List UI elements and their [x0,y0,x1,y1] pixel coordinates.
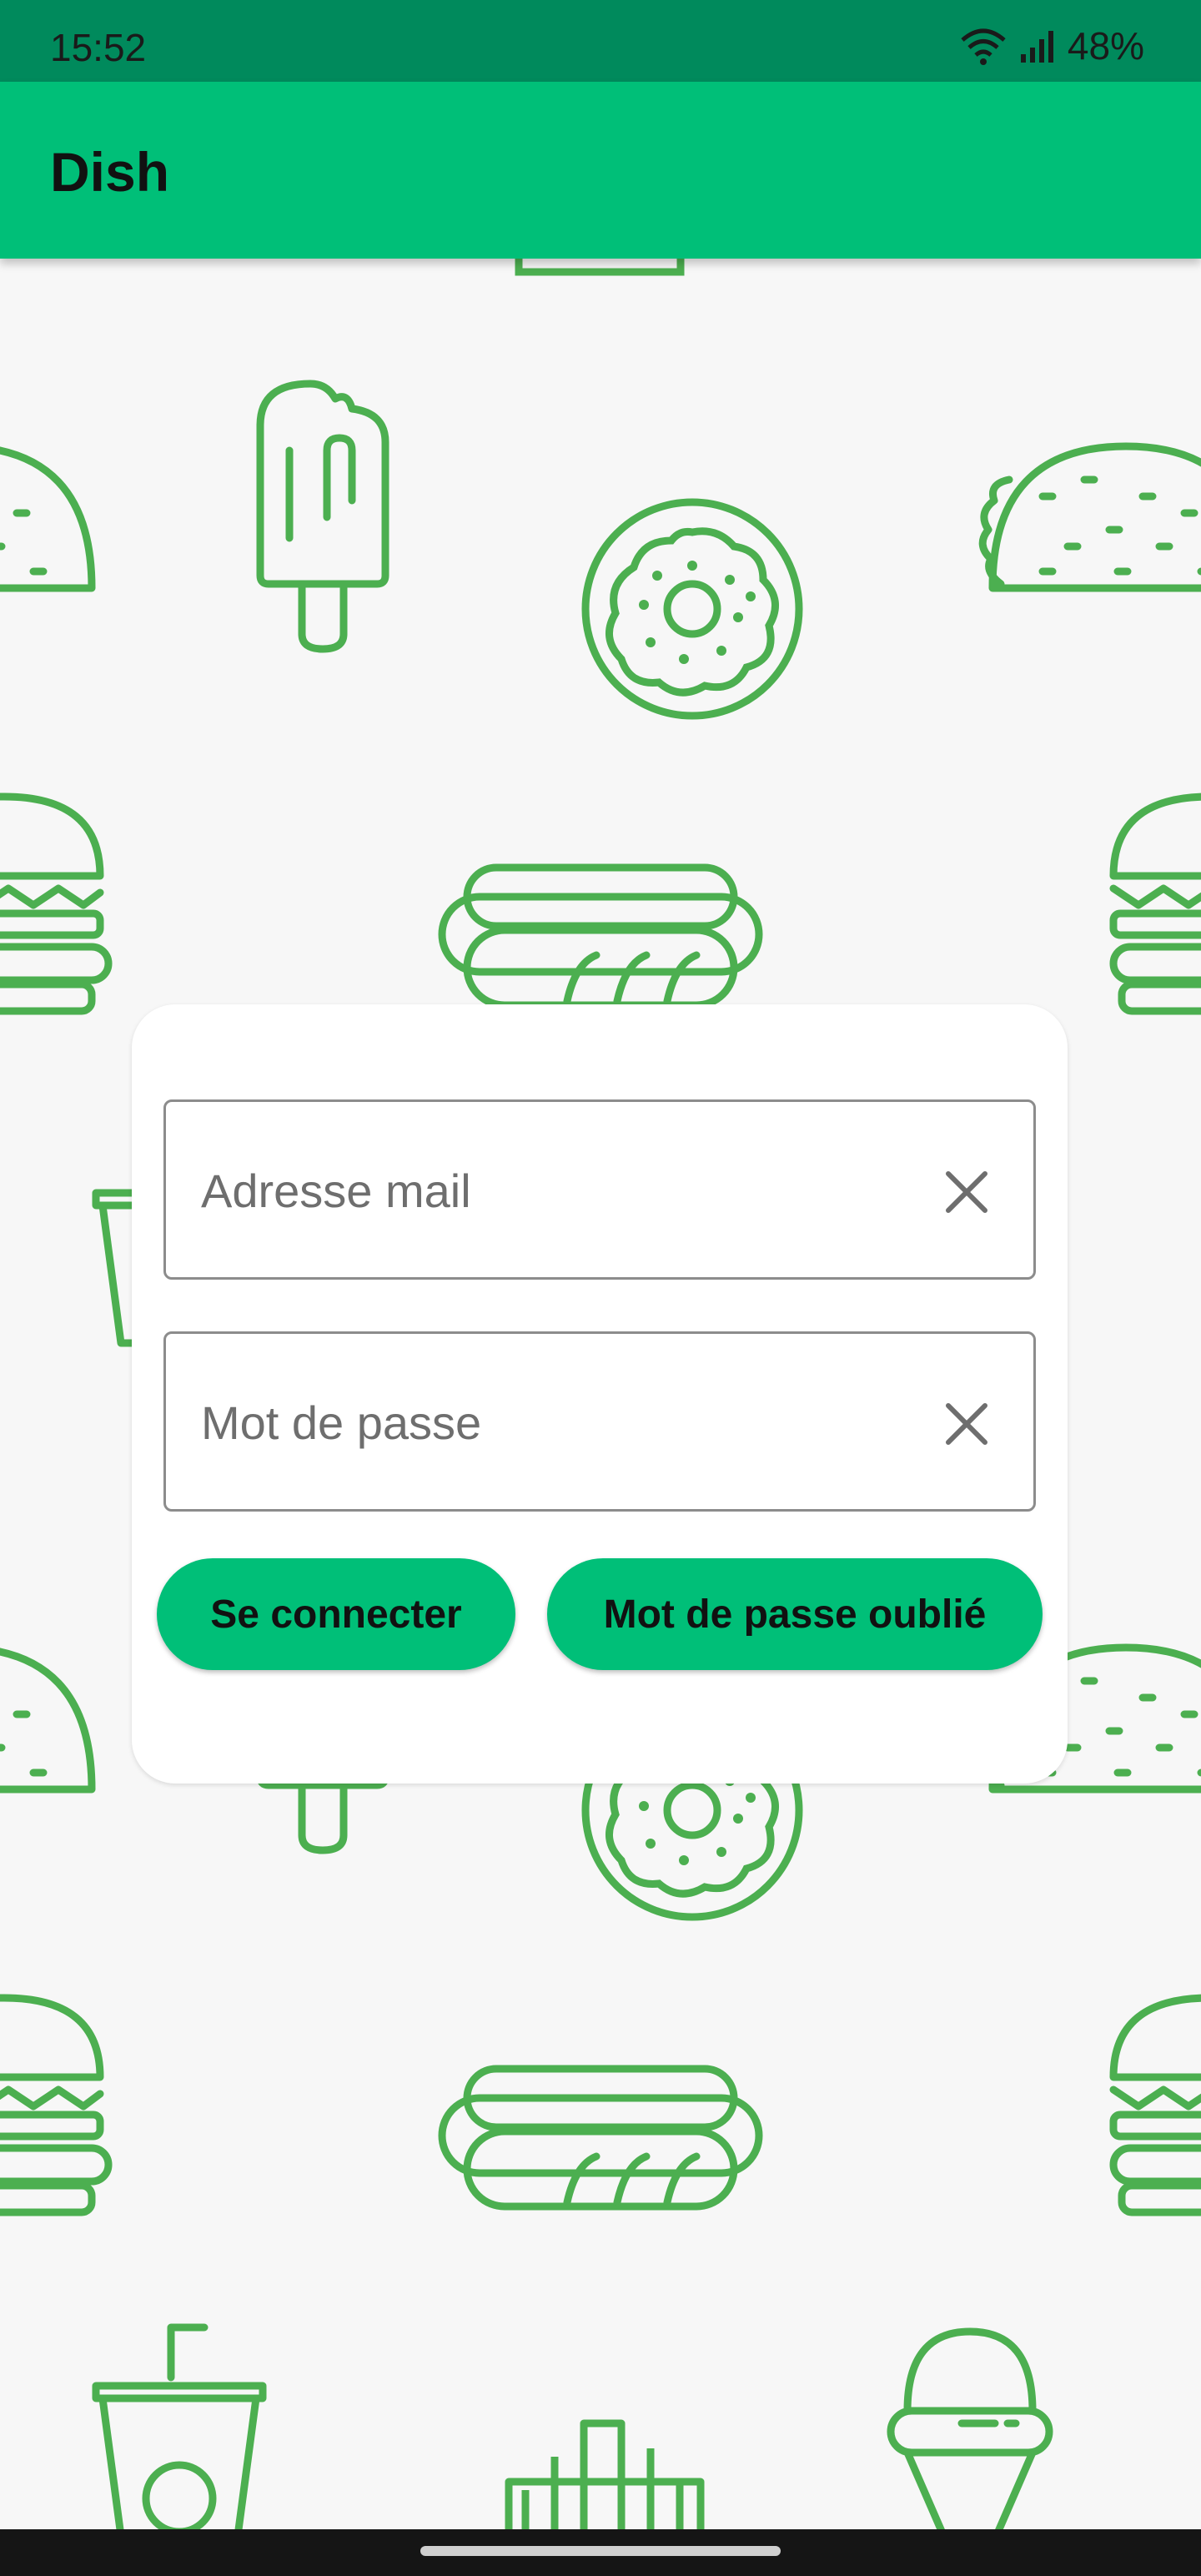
home-gesture-handle[interactable] [420,2546,781,2556]
forgot-password-button[interactable]: Mot de passe oublié [547,1558,1043,1670]
navigation-bar [0,2529,1201,2576]
email-input[interactable] [199,1102,870,1279]
login-button[interactable]: Se connecter [157,1558,515,1670]
login-card: Se connecter Mot de passe oublié [132,1004,1068,1784]
app-bar: Dish [0,82,1201,259]
password-field[interactable] [163,1331,1036,1512]
clear-password-icon[interactable] [942,1399,992,1449]
clear-email-icon[interactable] [942,1167,992,1217]
email-field[interactable] [163,1099,1036,1280]
app-title: Dish [50,141,170,203]
password-input[interactable] [199,1334,870,1511]
